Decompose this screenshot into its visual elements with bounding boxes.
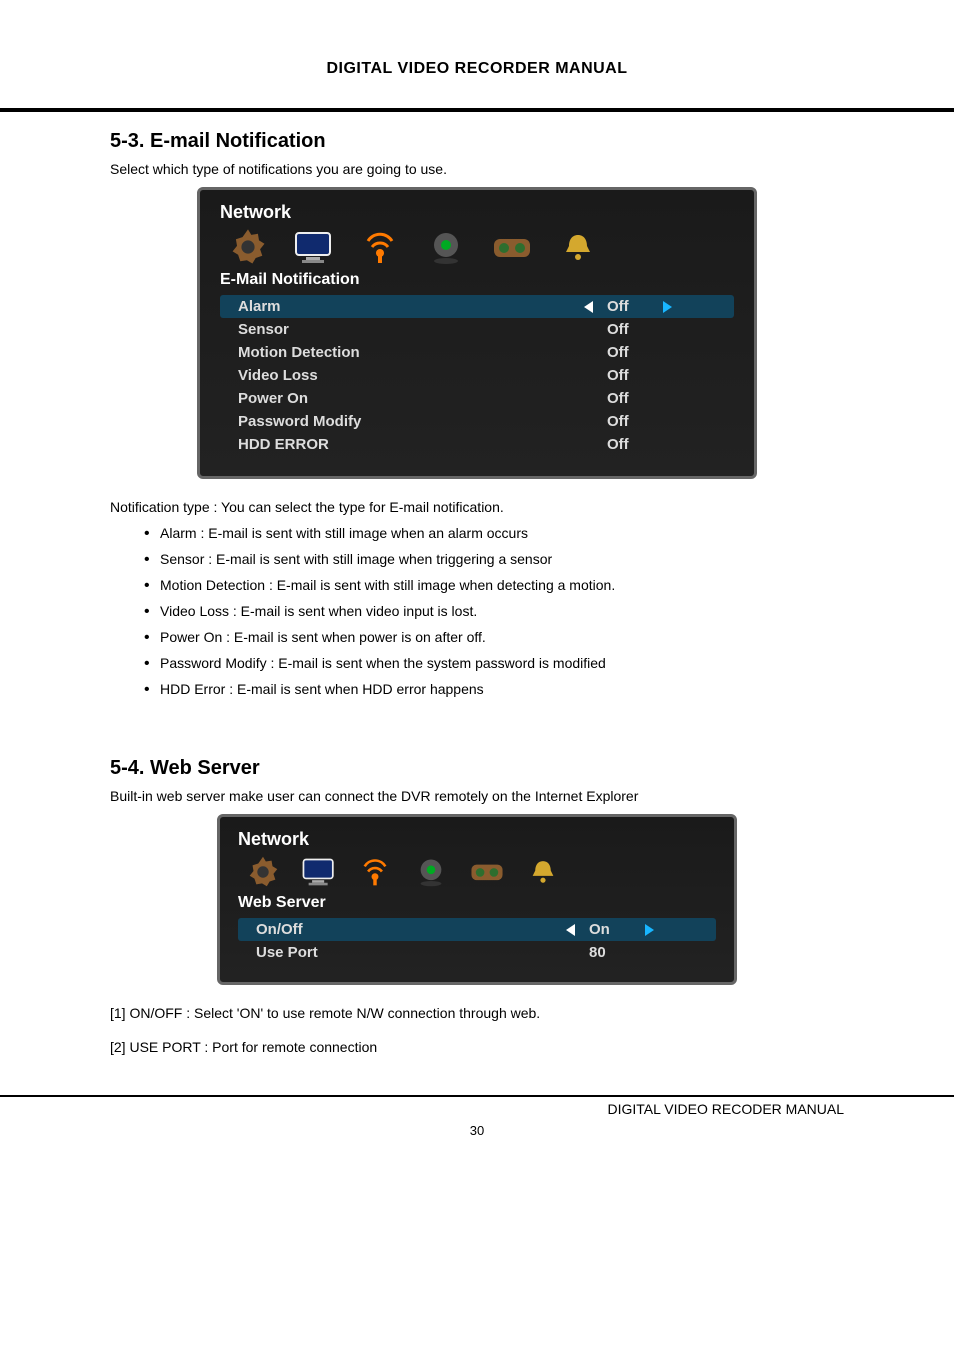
settings-icon[interactable] — [244, 856, 282, 888]
bullet-password-modify: Password Modify : E-mail is sent when th… — [160, 655, 844, 671]
setting-label: Password Modify — [238, 413, 584, 430]
value-selector[interactable]: Off — [584, 298, 724, 315]
arrow-right-icon[interactable] — [663, 301, 672, 313]
setting-row-video-loss[interactable]: Video Loss Off — [220, 364, 734, 387]
setting-label: HDD ERROR — [238, 436, 584, 453]
section-5-4-intro: Built-in web server make user can connec… — [110, 788, 844, 804]
note-onoff: [1] ON/OFF : Select 'ON' to use remote N… — [110, 1005, 844, 1021]
screenshot-icon-row — [238, 856, 716, 888]
value-selector[interactable]: On — [566, 921, 706, 938]
arrow-left-icon[interactable] — [584, 301, 593, 313]
setting-value: 80 — [589, 944, 631, 961]
footer-text: DIGITAL VIDEO RECODER MANUAL — [0, 1097, 954, 1117]
setting-row-power-on[interactable]: Power On Off — [220, 387, 734, 410]
page-number: 30 — [0, 1123, 954, 1138]
screenshot-web-server: Network Web Server On/Off On Use Port — [217, 814, 737, 985]
setting-label: Power On — [238, 390, 584, 407]
setting-row-use-port[interactable]: Use Port 80 — [238, 941, 716, 964]
setting-label: Motion Detection — [238, 344, 584, 361]
vr-icon[interactable] — [468, 856, 506, 888]
monitor-icon[interactable] — [292, 229, 336, 265]
setting-row-onoff[interactable]: On/Off On — [238, 918, 716, 941]
screenshot-title: Network — [220, 202, 734, 223]
setting-value: On — [589, 921, 631, 938]
header-rule — [0, 108, 954, 112]
setting-value: Off — [607, 321, 649, 338]
value-selector[interactable]: Off — [584, 321, 724, 338]
webcam-icon[interactable] — [412, 856, 450, 888]
webcam-icon[interactable] — [424, 229, 468, 265]
screenshot-icon-row — [220, 229, 734, 265]
monitor-icon[interactable] — [300, 856, 338, 888]
setting-row-password-modify[interactable]: Password Modify Off — [220, 410, 734, 433]
bell-icon[interactable] — [524, 856, 562, 888]
wireless-icon[interactable] — [358, 229, 402, 265]
settings-icon[interactable] — [226, 229, 270, 265]
bullet-power-on: Power On : E-mail is sent when power is … — [160, 629, 844, 645]
setting-label: Video Loss — [238, 367, 584, 384]
setting-row-hdd-error[interactable]: HDD ERROR Off — [220, 433, 734, 456]
bell-icon[interactable] — [556, 229, 600, 265]
screenshot-title: Network — [238, 829, 716, 850]
screenshot-section-label: E-Mail Notification — [220, 271, 734, 289]
note-useport: [2] USE PORT : Port for remote connectio… — [110, 1039, 844, 1055]
arrow-right-icon[interactable] — [645, 924, 654, 936]
setting-value: Off — [607, 367, 649, 384]
setting-row-motion[interactable]: Motion Detection Off — [220, 341, 734, 364]
setting-value: Off — [607, 413, 649, 430]
bullet-alarm: Alarm : E-mail is sent with still image … — [160, 525, 844, 541]
notification-type-desc: Notification type : You can select the t… — [110, 499, 844, 515]
setting-row-sensor[interactable]: Sensor Off — [220, 318, 734, 341]
section-5-3-intro: Select which type of notifications you a… — [110, 161, 844, 177]
setting-value: Off — [607, 390, 649, 407]
bullet-hdd-error: HDD Error : E-mail is sent when HDD erro… — [160, 681, 844, 697]
arrow-left-icon[interactable] — [566, 924, 575, 936]
wireless-icon[interactable] — [356, 856, 394, 888]
setting-row-alarm[interactable]: Alarm Off — [220, 295, 734, 318]
notification-bullets: Alarm : E-mail is sent with still image … — [110, 525, 844, 697]
setting-label: Use Port — [256, 944, 566, 961]
bullet-motion: Motion Detection : E-mail is sent with s… — [160, 577, 844, 593]
bullet-video-loss: Video Loss : E-mail is sent when video i… — [160, 603, 844, 619]
section-5-3-heading: 5-3. E-mail Notification — [110, 130, 844, 153]
section-5-4-heading: 5-4. Web Server — [110, 757, 844, 780]
screenshot-email-notification: Network E-Mail Notification Alarm Off Se… — [197, 187, 757, 479]
setting-label: On/Off — [256, 921, 566, 938]
screenshot-section-label: Web Server — [238, 894, 716, 912]
setting-label: Sensor — [238, 321, 584, 338]
page-header-title: DIGITAL VIDEO RECORDER MANUAL — [0, 60, 954, 78]
setting-value: Off — [607, 344, 649, 361]
setting-value: Off — [607, 436, 649, 453]
bullet-sensor: Sensor : E-mail is sent with still image… — [160, 551, 844, 567]
setting-label: Alarm — [238, 298, 584, 315]
vr-icon[interactable] — [490, 229, 534, 265]
setting-value: Off — [607, 298, 649, 315]
